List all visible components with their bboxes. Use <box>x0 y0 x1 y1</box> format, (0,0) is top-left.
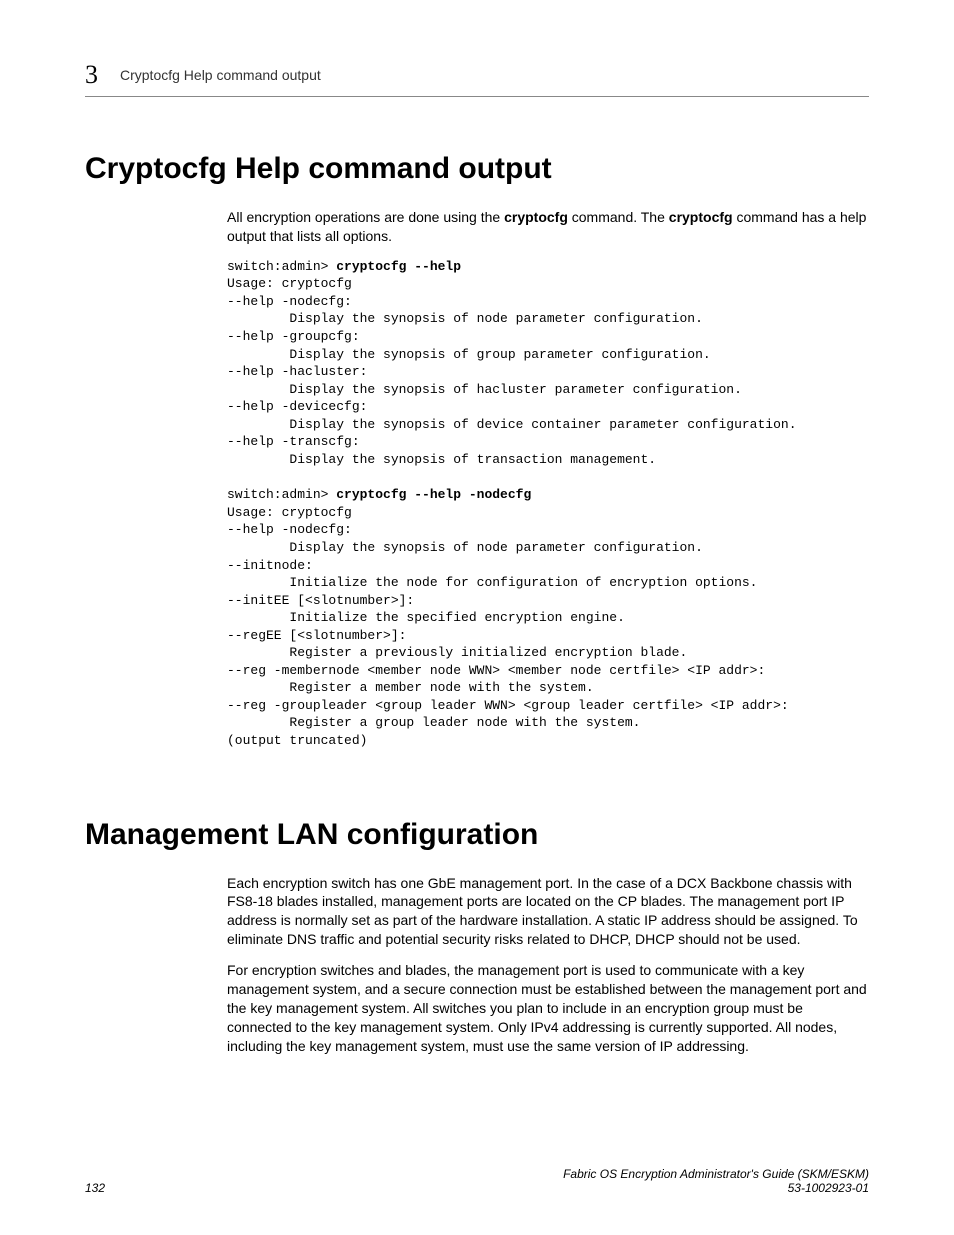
command-2: cryptocfg --help -nodecfg <box>336 487 531 502</box>
doc-title: Fabric OS Encryption Administrator's Gui… <box>563 1167 869 1181</box>
prompt-1: switch:admin> <box>227 259 336 274</box>
intro-text-mid: command. The <box>568 209 669 225</box>
prompt-2: switch:admin> <box>227 487 336 502</box>
section-heading-cryptocfg: Cryptocfg Help command output <box>85 152 869 186</box>
mgmt-paragraph-2: For encryption switches and blades, the … <box>227 961 869 1055</box>
page-number: 132 <box>85 1181 105 1195</box>
code-block-help: switch:admin> cryptocfg --help Usage: cr… <box>227 258 869 469</box>
chapter-number: 3 <box>85 60 98 90</box>
output-2: Usage: cryptocfg --help -nodecfg: Displa… <box>227 505 789 748</box>
command-1: cryptocfg --help <box>336 259 461 274</box>
running-title: Cryptocfg Help command output <box>120 67 321 83</box>
intro-text-pre: All encryption operations are done using… <box>227 209 504 225</box>
intro-paragraph: All encryption operations are done using… <box>227 208 869 246</box>
running-header: 3 Cryptocfg Help command output <box>85 60 869 97</box>
page-footer: 132 Fabric OS Encryption Administrator's… <box>85 1167 869 1195</box>
command-name-2: cryptocfg <box>669 209 733 225</box>
section-heading-management-lan: Management LAN configuration <box>85 818 869 852</box>
output-1: Usage: cryptocfg --help -nodecfg: Displa… <box>227 276 797 466</box>
command-name-1: cryptocfg <box>504 209 568 225</box>
mgmt-paragraph-1: Each encryption switch has one GbE manag… <box>227 874 869 950</box>
doc-number: 53-1002923-01 <box>563 1181 869 1195</box>
code-block-nodecfg: switch:admin> cryptocfg --help -nodecfg … <box>227 486 869 749</box>
